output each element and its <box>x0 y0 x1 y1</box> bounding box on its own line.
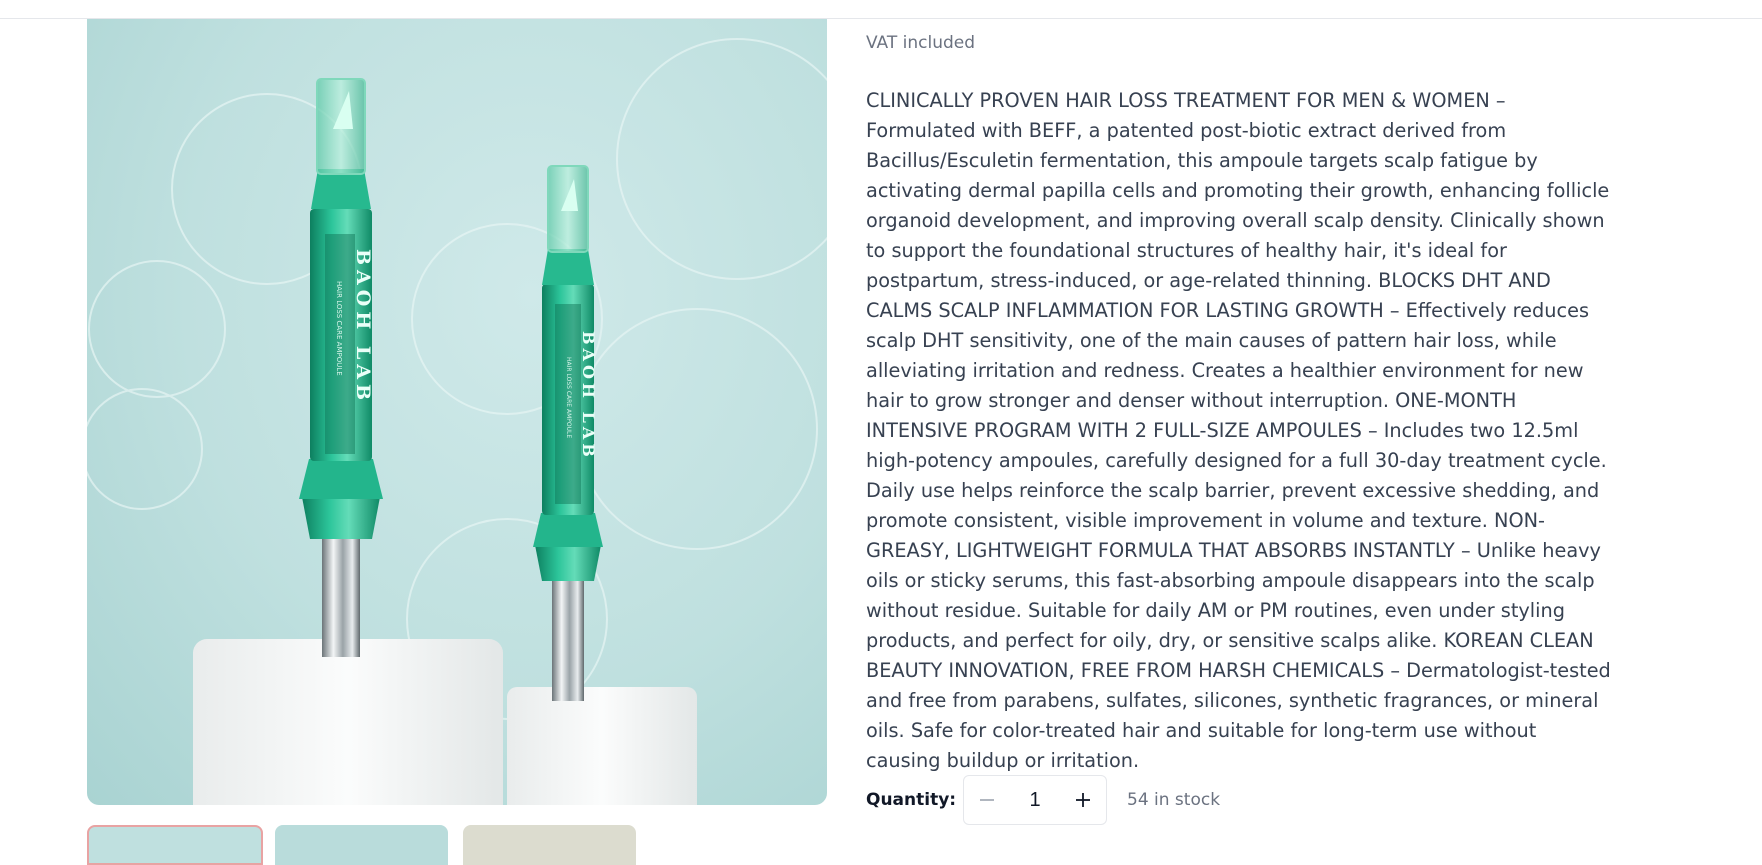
svg-text:HAIR LOSS CARE AMPOULE: HAIR LOSS CARE AMPOULE <box>565 357 572 438</box>
thumbnail-2[interactable] <box>275 825 448 865</box>
thumbnail-3[interactable] <box>463 825 636 865</box>
product-info: VAT included CLINICALLY PROVEN HAIR LOSS… <box>866 30 1616 772</box>
quantity-label: Quantity: <box>866 790 957 810</box>
quantity-input[interactable] <box>1013 787 1057 813</box>
svg-text:HAIR LOSS CARE AMPOULE: HAIR LOSS CARE AMPOULE <box>335 281 343 376</box>
ampoule-right: BAOH LAB HAIR LOSS CARE AMPOULE <box>533 165 603 701</box>
product-main-image[interactable]: BAOH LAB HAIR LOSS CARE AMPOULE BAOH LAB… <box>87 19 827 805</box>
bubble-decorations <box>87 38 827 720</box>
quantity-row: Quantity: 54 in stock <box>866 774 1220 826</box>
svg-text:BAOH LAB: BAOH LAB <box>579 331 598 461</box>
pedestal-left <box>193 639 503 805</box>
minus-icon[interactable] <box>976 789 998 811</box>
svg-text:BAOH LAB: BAOH LAB <box>352 249 374 405</box>
stock-status: 54 in stock <box>1127 790 1221 810</box>
thumbnail-1[interactable] <box>87 825 263 865</box>
plus-icon[interactable] <box>1072 789 1094 811</box>
pedestal-right <box>507 687 697 805</box>
ampoule-left: BAOH LAB HAIR LOSS CARE AMPOULE <box>299 78 383 657</box>
quantity-stepper <box>963 775 1107 825</box>
product-description: CLINICALLY PROVEN HAIR LOSS TREATMENT FO… <box>866 89 1611 772</box>
vat-note: VAT included <box>866 33 976 53</box>
